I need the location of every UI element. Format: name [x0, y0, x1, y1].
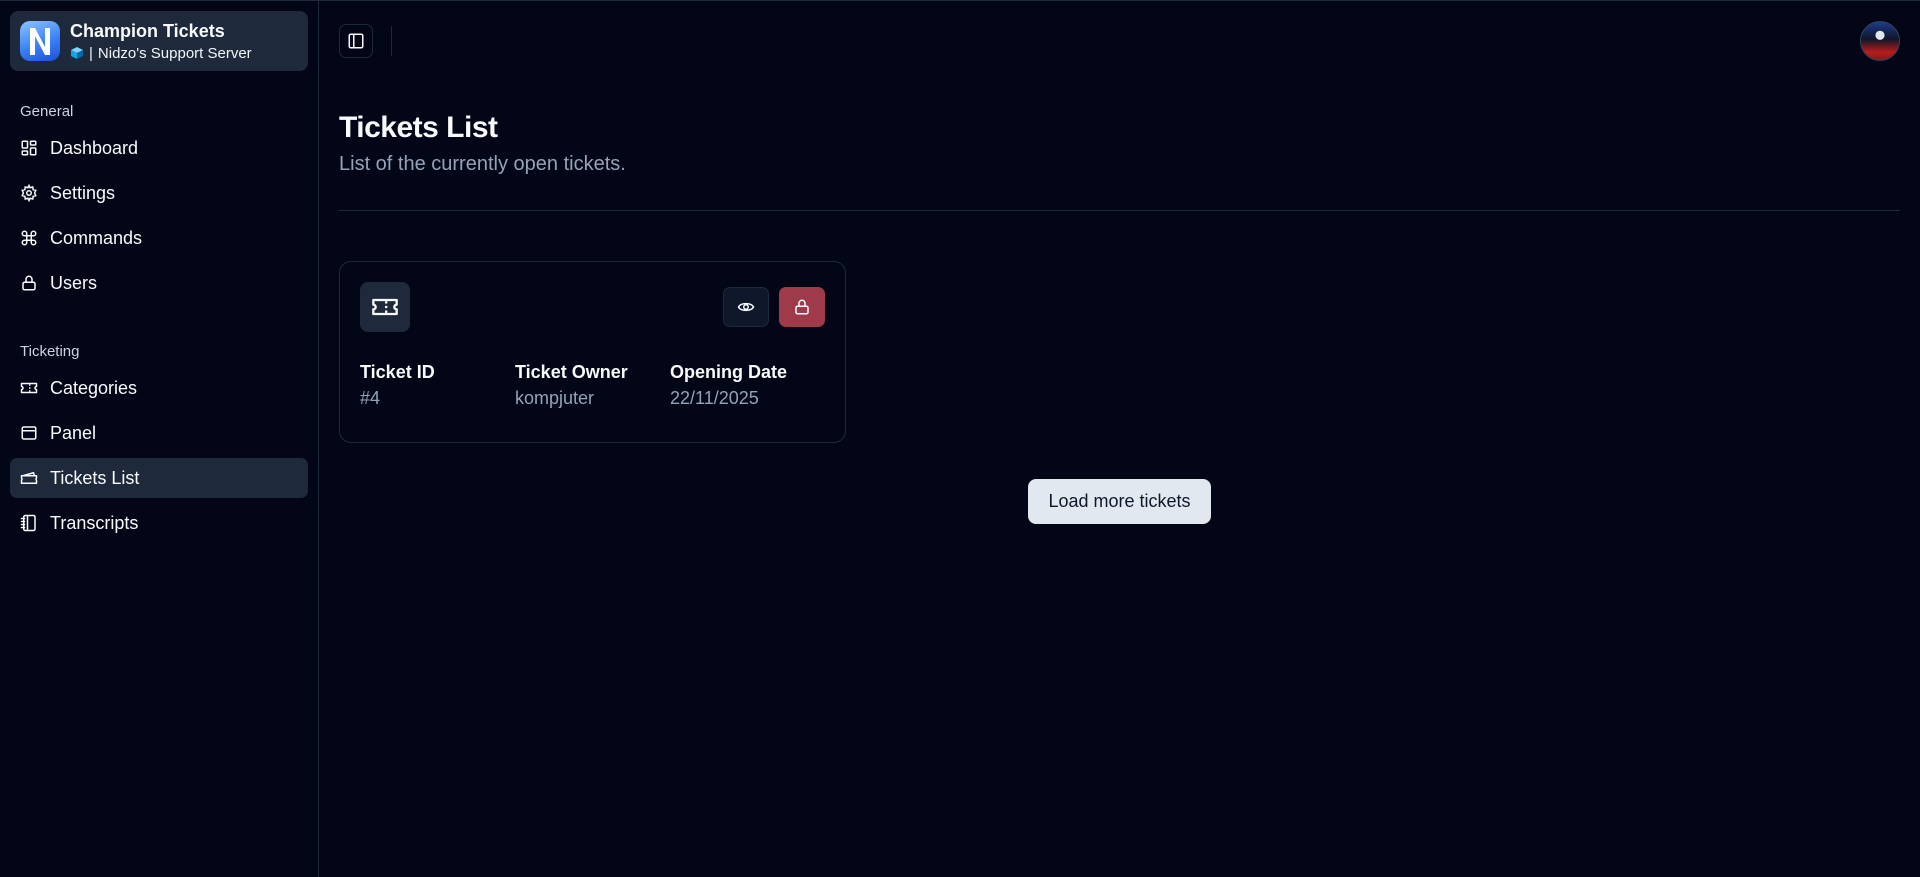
sidebar-item-label: Dashboard [50, 137, 139, 158]
group-label-general: General [20, 103, 74, 120]
sidebar-item-label: Categories [50, 377, 138, 398]
topbar [339, 1, 1900, 81]
sidebar-item-settings[interactable]: Settings [10, 173, 308, 213]
sidebar-item-transcripts[interactable]: Transcripts [10, 503, 308, 543]
sidebar-toggle-icon [348, 33, 364, 49]
app-root: Champion Tickets | Nidzo's Support Serve… [0, 0, 1920, 877]
app-name: Champion Tickets [70, 20, 225, 41]
gear-icon [21, 184, 37, 202]
sidebar-toggle-button[interactable] [339, 24, 373, 58]
sidebar-item-label: Commands [50, 227, 143, 248]
ticket-icon [20, 382, 38, 394]
sidebar-item-label: Settings [50, 182, 116, 203]
opening-date: 22/11/2025 [670, 388, 759, 408]
notebook-icon [20, 514, 36, 532]
server-switcher[interactable]: Champion Tickets | Nidzo's Support Serve… [10, 11, 308, 71]
ticket-badge [360, 282, 410, 332]
cube-icon [71, 47, 83, 59]
view-ticket-button[interactable] [723, 287, 769, 327]
sidebar-item-label: Tickets List [50, 467, 140, 488]
ticket-fields: Ticket ID #4 Ticket Owner kompjuter Open… [360, 362, 825, 409]
page-subtitle: List of the currently open tickets. [339, 153, 626, 175]
separator: | [89, 44, 93, 62]
command-icon [21, 230, 37, 246]
server-subtitle: | Nidzo's Support Server [70, 45, 252, 62]
main-content: Tickets List List of the currently open … [319, 1, 1920, 877]
page-header: Tickets List List of the currently open … [339, 111, 1900, 211]
lock-icon [22, 275, 36, 291]
ticket-owner-field: Ticket Owner kompjuter [515, 362, 670, 409]
group-label-ticketing: Ticketing [20, 343, 80, 360]
sidebar-item-label: Transcripts [50, 512, 139, 533]
sidebar: Champion Tickets | Nidzo's Support Serve… [0, 1, 319, 877]
sidebar-item-panel[interactable]: Panel [10, 413, 308, 453]
sidebar-item-dashboard[interactable]: Dashboard [10, 128, 308, 168]
dashboard-icon [21, 140, 37, 156]
panel-icon [21, 426, 37, 440]
close-ticket-button[interactable] [779, 287, 825, 327]
sidebar-item-label: Users [50, 272, 98, 293]
sidebar-item-users[interactable]: Users [10, 263, 308, 303]
ticket-id-field: Ticket ID #4 [360, 362, 515, 409]
server-name: Nidzo's Support Server [97, 44, 252, 62]
tickets-icon [20, 472, 38, 484]
load-more-button[interactable]: Load more tickets [1028, 479, 1211, 524]
ticket-owner: kompjuter [515, 388, 595, 408]
ticket-cards: Ticket ID #4 Ticket Owner kompjuter Open… [339, 261, 1900, 443]
sidebar-item-label: Panel [50, 422, 97, 443]
ticket-icon [372, 298, 398, 316]
topbar-divider [391, 26, 392, 56]
lock-icon [795, 299, 809, 315]
ticket-id: #4 [360, 388, 381, 408]
eye-icon [737, 302, 755, 312]
server-logo [20, 21, 60, 61]
sidebar-item-categories[interactable]: Categories [10, 368, 308, 408]
opening-date-field: Opening Date 22/11/2025 [670, 362, 825, 409]
sidebar-item-commands[interactable]: Commands [10, 218, 308, 258]
sidebar-item-tickets-list[interactable]: Tickets List [10, 458, 308, 498]
ticket-card: Ticket ID #4 Ticket Owner kompjuter Open… [339, 261, 846, 443]
page-title: Tickets List [339, 111, 498, 144]
ticket-actions [723, 287, 825, 327]
user-avatar[interactable] [1860, 21, 1900, 61]
